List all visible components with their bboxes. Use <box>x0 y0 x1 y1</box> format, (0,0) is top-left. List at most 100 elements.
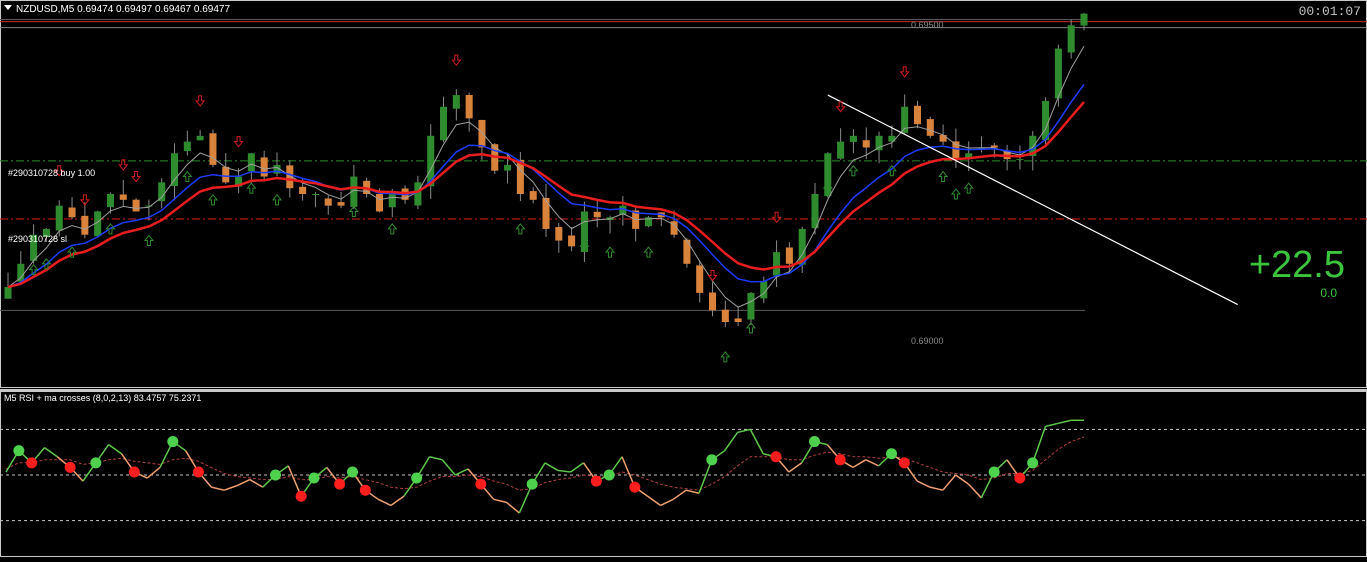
cross-down-dot <box>64 461 76 473</box>
bear-candle <box>862 140 870 148</box>
rsi-segment <box>390 495 405 507</box>
up-arrow-icon <box>143 234 154 247</box>
rsi-segment <box>1031 426 1047 464</box>
rsi-segment <box>544 462 559 472</box>
bear-candle <box>555 227 563 241</box>
rsi-segment <box>249 478 264 488</box>
bull-candle <box>311 194 319 195</box>
cross-up-dot <box>347 466 358 478</box>
bear-candle <box>299 186 307 194</box>
rsi-segment <box>749 429 764 455</box>
bull-candle <box>106 194 114 208</box>
cross-down-dot <box>834 454 846 466</box>
up-arrow-icon <box>246 182 257 194</box>
bear-candle <box>132 199 140 212</box>
rsi-title: M5 RSI + ma crosses (8,0,2,13) 83.4757 7… <box>4 393 202 403</box>
cross-down-dot <box>629 481 641 493</box>
rsi-pane[interactable] <box>0 391 1367 557</box>
trendline <box>827 94 1238 306</box>
bull-candle <box>4 287 12 299</box>
bear-candle <box>913 105 921 125</box>
rsi-segment <box>493 498 507 504</box>
rsi-segment <box>916 480 931 488</box>
rsi-segment <box>146 466 161 479</box>
rsi-segment <box>44 447 58 458</box>
cross-down-dot <box>475 478 487 490</box>
bull-candle <box>1080 13 1088 26</box>
rsi-segment <box>570 462 584 473</box>
rsi-segment <box>441 459 456 476</box>
cross-down-dot <box>26 457 38 469</box>
cross-up-dot <box>90 457 102 469</box>
symbol-header: NZDUSD,M5 0.69474 0.69497 0.69467 0.6947… <box>16 4 231 15</box>
bear-candle <box>375 193 383 212</box>
bear-candle <box>683 239 691 264</box>
rsi-segment <box>865 459 879 467</box>
cross-down-dot <box>334 478 346 490</box>
bear-candle <box>81 215 89 235</box>
bear-candle <box>734 318 742 322</box>
down-arrow-icon <box>451 54 462 66</box>
bear-candle <box>593 211 601 218</box>
rsi-chart[interactable] <box>0 391 1367 557</box>
bull-candle <box>1042 100 1050 141</box>
rsi-border <box>0 391 1367 557</box>
bull-candle <box>875 135 883 151</box>
cross-down-dot <box>295 490 307 502</box>
bear-candle <box>478 119 486 148</box>
bull-candle <box>414 182 422 206</box>
up-arrow-icon <box>848 164 859 177</box>
price-level-top: 0.69500 <box>911 20 944 30</box>
cross-up-dot <box>13 445 25 457</box>
cross-up-dot <box>167 436 179 448</box>
profit-value: +22.5 <box>1248 244 1345 286</box>
up-arrow-icon <box>515 223 526 235</box>
cross-up-dot <box>270 469 281 481</box>
cross-up-dot <box>526 478 538 490</box>
rsi-segment <box>557 469 571 473</box>
bear-candle <box>568 235 576 247</box>
cross-down-dot <box>590 475 602 487</box>
cross-down-dot <box>770 451 782 463</box>
bear-candle <box>465 94 473 119</box>
up-arrow-icon <box>182 170 193 183</box>
rsi-segment <box>672 489 687 500</box>
up-arrow-icon <box>720 351 731 363</box>
price-chart[interactable] <box>0 0 1367 388</box>
bull-candle <box>824 153 832 197</box>
buy-order-label[interactable]: #290310728 buy 1.00 <box>8 168 95 178</box>
rsi-segment <box>852 459 867 469</box>
price-level-bottom: 0.69000 <box>911 336 944 346</box>
up-arrow-icon <box>271 194 283 206</box>
symbol-menu-icon[interactable] <box>4 5 12 10</box>
rsi-segment <box>223 484 238 491</box>
bull-candle <box>171 153 179 187</box>
cross-down-dot <box>359 484 371 496</box>
rsi-segment <box>506 501 520 514</box>
bull-candle <box>452 95 460 109</box>
down-arrow-icon <box>118 159 129 171</box>
bull-candle <box>1016 159 1024 161</box>
down-arrow-icon <box>707 269 718 282</box>
rsi-segment <box>454 468 469 476</box>
rsi-segment <box>967 483 982 499</box>
cross-up-dot <box>809 436 820 448</box>
profit-sub-value: 0.0 <box>1320 286 1337 300</box>
rsi-segment <box>724 432 739 452</box>
up-arrow-icon <box>950 188 961 200</box>
bear-candle <box>68 207 76 218</box>
cross-down-dot <box>898 457 910 469</box>
down-arrow-icon <box>195 95 206 107</box>
bear-candle <box>926 119 934 136</box>
rsi-segment <box>942 474 957 491</box>
cross-down-dot <box>1014 472 1026 484</box>
rsi-segment <box>660 498 674 507</box>
bull-candle <box>1067 25 1075 53</box>
down-arrow-icon <box>899 66 910 78</box>
bear-candle <box>260 157 268 177</box>
stop-loss-label[interactable]: #290310728 sl <box>8 234 67 244</box>
bull-candle <box>849 135 857 142</box>
main-chart-pane[interactable] <box>0 0 1367 388</box>
rsi-segment <box>788 462 803 473</box>
cross-up-dot <box>988 466 1000 478</box>
